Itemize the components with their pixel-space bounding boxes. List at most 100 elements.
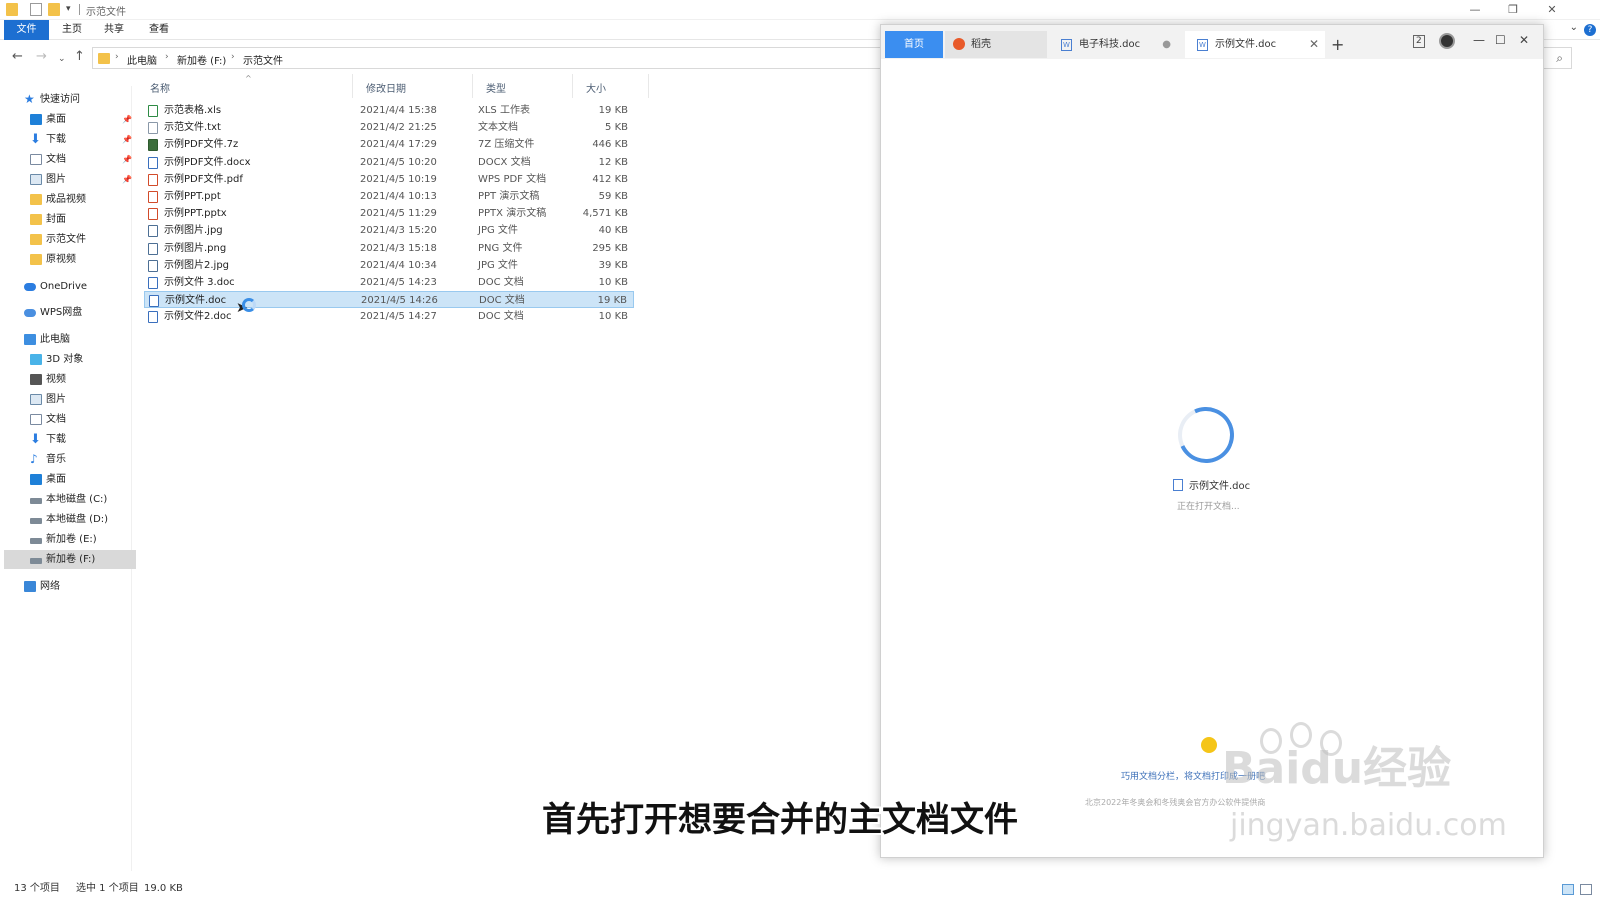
restore-button[interactable]: ❐ (1494, 0, 1532, 20)
sidebar-item-quick-access[interactable]: ★ 快速访问 (20, 90, 148, 109)
sidebar-item-drive-e[interactable]: 新加卷 (E:) (26, 530, 154, 549)
sidebar-item-network[interactable]: 网络 (20, 577, 148, 596)
sidebar-item-pc-documents[interactable]: 文档 (26, 410, 154, 429)
sidebar-item-finished-videos[interactable]: 成品视频 (26, 190, 154, 209)
table-row[interactable]: 示范文件.txt 2021/4/2 21:25 文本文档 5 KB (144, 119, 634, 136)
wps-minimize-button[interactable]: — (1473, 33, 1485, 47)
column-header-type[interactable]: 类型 (486, 80, 506, 95)
tab-home[interactable]: 首页 (885, 31, 943, 58)
pin-icon[interactable]: 📌 (122, 150, 132, 169)
busy-spinner-icon (242, 298, 256, 312)
sidebar-item-drive-d[interactable]: 本地磁盘 (D:) (26, 510, 154, 529)
table-row[interactable]: 示例图片.jpg 2021/4/3 15:20 JPG 文件 40 KB (144, 222, 634, 239)
forward-icon[interactable]: → (36, 50, 47, 64)
sidebar-item-desktop[interactable]: 桌面 📌 (26, 110, 154, 129)
column-divider[interactable] (572, 74, 573, 98)
expand-ribbon-icon[interactable]: ⌄ (1570, 22, 1578, 33)
pin-icon[interactable]: 📌 (122, 110, 132, 129)
help-icon[interactable]: ? (1584, 24, 1596, 36)
table-row[interactable]: 示例PDF文件.pdf 2021/4/5 10:19 WPS PDF 文档 412 K… (144, 171, 634, 188)
pin-icon[interactable]: 📌 (122, 130, 132, 149)
file-type: DOC 文档 (479, 295, 525, 307)
column-header-name[interactable]: 名称 (150, 80, 170, 95)
table-row[interactable]: 示例图片.png 2021/4/3 15:18 PNG 文件 295 KB (144, 240, 634, 257)
explorer-titlebar: ▾ 示范文件 — ❐ ✕ (0, 0, 1600, 20)
tab-sample-doc[interactable]: W 示例文件.doc ✕ (1185, 31, 1325, 58)
chevron-right-icon[interactable]: › (231, 52, 235, 62)
breadcrumb-current-folder[interactable]: 示范文件 (243, 52, 283, 67)
breadcrumb-this-pc[interactable]: 此电脑 (127, 52, 157, 67)
large-icons-view-button[interactable] (1580, 884, 1592, 895)
folder-icon (30, 214, 42, 225)
avatar[interactable] (1439, 33, 1455, 49)
sidebar-item-documents[interactable]: 文档 📌 (26, 150, 154, 169)
tab-share[interactable]: 共享 (104, 20, 124, 40)
sidebar-item-downloads[interactable]: ⬇ 下载 📌 (26, 130, 154, 149)
new-tab-button[interactable]: + (1331, 31, 1344, 58)
pictures-icon (30, 174, 42, 185)
sidebar-item-pictures[interactable]: 图片 📌 (26, 170, 154, 189)
tab-daoke[interactable]: 稻壳 (945, 31, 1047, 58)
column-divider[interactable] (472, 74, 473, 98)
table-row[interactable]: 示范表格.xls 2021/4/4 15:38 XLS 工作表 19 KB (144, 102, 634, 119)
watermark-site: jingyan.baidu.com (1230, 808, 1507, 843)
sidebar-item-pc-downloads[interactable]: ⬇ 下载 (26, 430, 154, 449)
column-divider[interactable] (648, 74, 649, 98)
details-view-button[interactable] (1562, 884, 1574, 895)
sidebar-label: 此电脑 (40, 334, 70, 345)
sidebar-item-wps-drive[interactable]: WPS网盘 (20, 303, 148, 322)
file-type: 7Z 压缩文件 (478, 139, 535, 151)
column-header-size[interactable]: 大小 (586, 80, 606, 95)
sidebar-item-pc-pictures[interactable]: 图片 (26, 390, 154, 409)
table-row[interactable]: 示例PPT.pptx 2021/4/5 11:29 PPTX 演示文稿 4,571 K… (144, 205, 634, 222)
column-divider[interactable] (352, 74, 353, 98)
xls-file-icon (148, 105, 158, 117)
tab-view[interactable]: 查看 (149, 20, 169, 40)
properties-icon[interactable] (30, 3, 42, 16)
wps-maximize-button[interactable]: ☐ (1495, 33, 1506, 47)
sidebar-item-cover[interactable]: 封面 (26, 210, 154, 229)
close-button[interactable]: ✕ (1532, 0, 1572, 20)
search-icon[interactable]: ⌕ (1556, 51, 1563, 66)
table-row[interactable]: 示例PDF文件.docx 2021/4/5 10:20 DOCX 文档 12 KB (144, 154, 634, 171)
sidebar-item-drive-f[interactable]: 新加卷 (F:) (4, 550, 136, 569)
tab-electronic-tech-doc[interactable]: W 电子科技.doc ● (1049, 31, 1179, 58)
sidebar-label: 下载 (46, 434, 66, 445)
chevron-right-icon[interactable]: › (165, 52, 169, 62)
sidebar-item-music[interactable]: ♪ 音乐 (26, 450, 154, 469)
table-row[interactable]: 示例文件2.doc 2021/4/5 14:27 DOC 文档 10 KB (144, 308, 634, 325)
table-row[interactable]: 示例PPT.ppt 2021/4/4 10:13 PPT 演示文稿 59 KB (144, 188, 634, 205)
sidebar-item-this-pc[interactable]: 此电脑 (20, 330, 148, 349)
back-icon[interactable]: ← (12, 50, 23, 64)
wps-close-button[interactable]: ✕ (1519, 33, 1529, 47)
sidebar-item-raw-videos[interactable]: 原视频 (26, 250, 154, 269)
table-row[interactable]: 示例文件 3.doc 2021/4/5 14:23 DOC 文档 10 KB (144, 274, 634, 291)
sidebar-label: 图片 (46, 394, 66, 405)
sidebar-item-videos[interactable]: 视频 (26, 370, 154, 389)
recent-dropdown-icon[interactable]: ⌄ (58, 52, 66, 66)
sidebar-item-drive-c[interactable]: 本地磁盘 (C:) (26, 490, 154, 509)
new-folder-icon[interactable] (48, 3, 60, 16)
pin-icon[interactable]: 📌 (122, 170, 132, 189)
window-count-badge[interactable]: 2 (1413, 35, 1425, 48)
chevron-right-icon[interactable]: › (115, 52, 119, 62)
minimize-button[interactable]: — (1456, 0, 1494, 20)
quick-access-dropdown-icon[interactable]: ▾ (66, 4, 71, 14)
folder-icon[interactable] (6, 3, 18, 16)
loading-status-text: 正在打开文档... (1177, 502, 1240, 512)
status-bar: 13 个项目 选中 1 个项目 19.0 KB (0, 878, 1600, 900)
tab-home[interactable]: 主页 (62, 20, 82, 40)
up-icon[interactable]: ↑ (74, 50, 85, 64)
tab-file[interactable]: 文件 (4, 20, 49, 40)
table-row[interactable]: 示例文件.doc 2021/4/5 14:26 DOC 文档 19 KB (144, 291, 634, 309)
column-header-date[interactable]: 修改日期 (366, 80, 406, 95)
sidebar-item-sample-files[interactable]: 示范文件 (26, 230, 154, 249)
table-row[interactable]: 示例图片2.jpg 2021/4/4 10:34 JPG 文件 39 KB (144, 257, 634, 274)
table-row[interactable]: 示例PDF文件.7z 2021/4/4 17:29 7Z 压缩文件 446 KB (144, 136, 634, 153)
sidebar-item-pc-desktop[interactable]: 桌面 (26, 470, 154, 489)
sidebar-item-onedrive[interactable]: OneDrive (20, 277, 148, 296)
breadcrumb-drive-f[interactable]: 新加卷 (F:) (177, 52, 226, 67)
sidebar-item-3d-objects[interactable]: 3D 对象 (26, 350, 154, 369)
close-tab-icon[interactable]: ✕ (1309, 31, 1319, 58)
drive-icon (30, 538, 42, 544)
